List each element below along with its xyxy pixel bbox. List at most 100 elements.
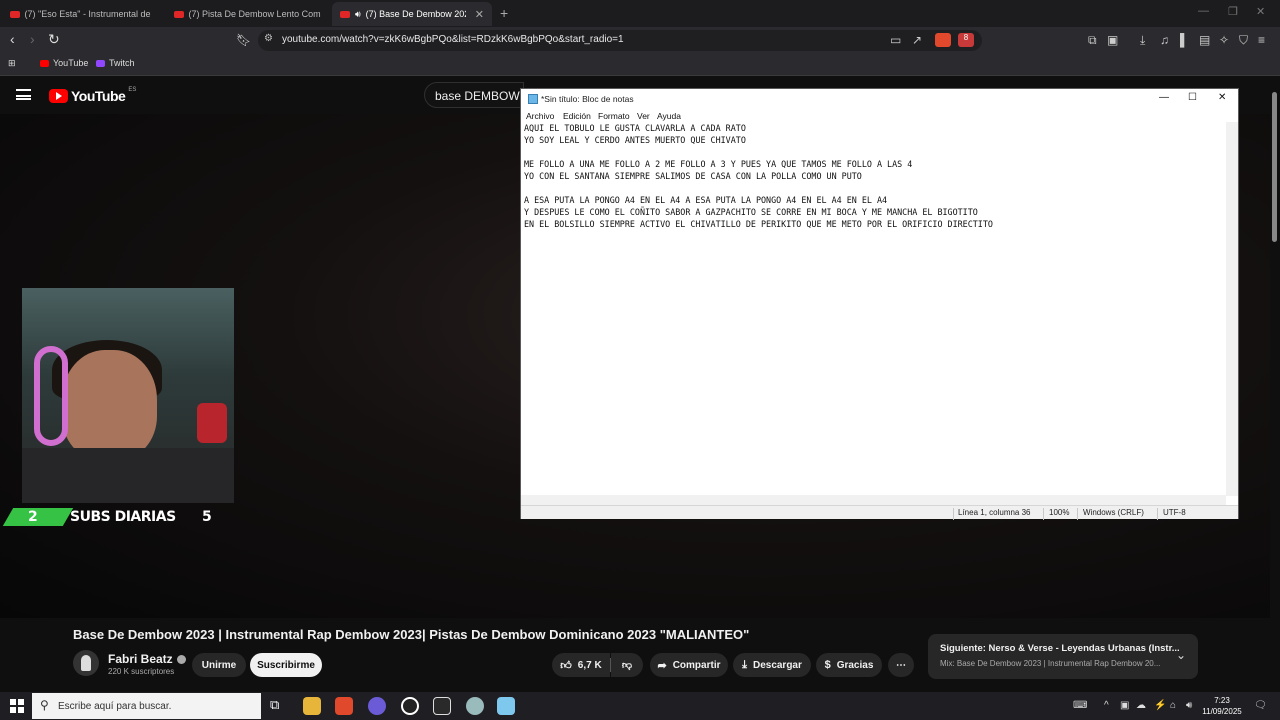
windows-start-icon[interactable] (10, 699, 24, 713)
task-view-icon[interactable]: ⧉ (270, 697, 288, 715)
menu-edicion[interactable]: Edición (563, 111, 591, 121)
menu-formato[interactable]: Formato (598, 111, 630, 121)
bookmark-twitch[interactable]: Twitch (96, 58, 135, 68)
bookmark-youtube[interactable]: YouTube (40, 58, 88, 68)
microphone (197, 403, 227, 443)
taskbar-clock[interactable]: 7:23 11/09/2025 (1200, 695, 1244, 717)
minimize-icon[interactable]: — (1159, 92, 1169, 103)
more-actions-button[interactable]: ⋯ (888, 653, 914, 677)
chevron-down-icon[interactable]: ⌄ (1176, 648, 1186, 662)
extensions-icon[interactable]: ⧉ (1088, 33, 1097, 48)
menu-ayuda[interactable]: Ayuda (657, 111, 681, 121)
taskbar-search-input[interactable]: ⚲ Escribe aquí para buscar. (32, 693, 261, 719)
notepad-titlebar[interactable]: *Sin título: Bloc de notas — ☐ ✕ (521, 89, 1238, 109)
share-button[interactable]: ➦ Compartir (650, 653, 728, 677)
speaker-icon: 🔊︎ (355, 8, 361, 19)
close-window-icon[interactable]: ✕ (1256, 5, 1265, 18)
address-bar[interactable]: ⚙︎ youtube.com/watch?v=zkK6wBgbPQo&list=… (258, 30, 982, 51)
bookmark-icon[interactable]: 🔖︎ (236, 33, 251, 47)
browser-tab[interactable]: (7) Pista De Dembow Lento Com (166, 2, 330, 26)
thanks-icon: $ (824, 659, 831, 671)
channel-avatar[interactable] (73, 650, 99, 676)
site-info-icon[interactable]: ⚙︎ (264, 33, 273, 44)
subscribe-button[interactable]: Suscribirme (250, 653, 322, 677)
brave-rewards-icon[interactable]: 8 (958, 33, 974, 47)
restore-icon[interactable]: ❐ (1228, 5, 1238, 18)
wallet-icon[interactable]: ▤ (1199, 33, 1210, 47)
tray-chevron-icon[interactable]: ^ (1104, 700, 1109, 711)
notifications-icon[interactable]: 🗨︎ (1254, 700, 1267, 711)
notepad-horizontal-scrollbar[interactable] (521, 495, 1226, 505)
youtube-logo[interactable]: YouTube ES (49, 87, 136, 104)
subs-overlay: 2 SUBS DIARIAS 5 (0, 508, 236, 526)
next-up-title: Siguiente: Nerso & Verse - Leyendas Urba… (940, 643, 1180, 654)
new-tab-button[interactable]: + (500, 5, 508, 21)
search-input[interactable]: base DEMBOW LE (424, 82, 531, 108)
status-position: Línea 1, columna 36 (958, 508, 1031, 517)
join-button[interactable]: Unirme (192, 653, 246, 677)
like-button[interactable]: 👍︎ 6,7 K (552, 653, 610, 677)
close-icon[interactable]: ✕ (1218, 92, 1226, 103)
download-button[interactable]: ⤓ Descargar (733, 653, 811, 677)
subscribe-label: Suscribirme (257, 659, 315, 671)
usb-icon[interactable]: ⚡ (1154, 700, 1166, 711)
obs-icon[interactable] (401, 697, 419, 715)
clock-date: 11/09/2025 (1202, 707, 1242, 716)
brave-browser-icon[interactable] (335, 697, 353, 715)
youtube-favicon-icon (10, 10, 20, 18)
network-icon[interactable]: ⌂ (1170, 700, 1176, 711)
forward-button[interactable]: › (30, 31, 35, 47)
status-encoding: UTF-8 (1163, 508, 1186, 517)
url-text: youtube.com/watch?v=zkK6wBgbPQo&list=RDz… (282, 34, 624, 45)
download-arrow-icon: ⤓ (742, 658, 747, 671)
vpn-icon[interactable]: ⛉ (1239, 33, 1248, 48)
logo-text: YouTube (71, 88, 126, 104)
media-icon[interactable]: ♫ (1160, 33, 1169, 47)
clock-time: 7:23 (1214, 696, 1230, 705)
share-icon[interactable]: ↗ (912, 33, 922, 47)
download-icon[interactable]: ⤓ (1140, 33, 1145, 48)
tab-search-icon[interactable]: ▣ (1107, 33, 1118, 47)
browser-tab[interactable]: (7) "Eso Esta" - Instrumental de (2, 2, 166, 26)
cast-icon[interactable]: ▭ (890, 33, 901, 47)
brave-shields-icon[interactable] (935, 33, 951, 47)
close-tab-icon[interactable]: ✕ (475, 8, 484, 21)
dislike-button[interactable]: 👎︎ (611, 653, 643, 677)
onedrive-icon[interactable]: ☁ (1136, 700, 1146, 711)
discord-icon[interactable] (368, 697, 386, 715)
notepad-taskbar-icon[interactable] (497, 697, 515, 715)
download-label: Descargar (752, 659, 802, 671)
bookmarks-bar: ⊞ YouTube Twitch (0, 54, 1280, 76)
hamburger-menu-icon[interactable] (16, 89, 31, 100)
minimize-icon[interactable]: — (1198, 5, 1209, 17)
channel-name[interactable]: Fabri Beatz (108, 652, 186, 666)
volume-icon[interactable]: 🔊︎ (1186, 700, 1192, 711)
menu-icon[interactable]: ≡ (1258, 33, 1265, 47)
sidebar-icon[interactable]: ▌ (1180, 33, 1189, 47)
maximize-icon[interactable]: ☐ (1188, 92, 1197, 103)
next-up-card[interactable]: Siguiente: Nerso & Verse - Leyendas Urba… (928, 634, 1198, 679)
back-button[interactable]: ‹ (10, 31, 15, 47)
tray-app-icon[interactable]: ▣ (1120, 700, 1129, 711)
file-explorer-icon[interactable] (303, 697, 321, 715)
notepad-title: *Sin título: Bloc de notas (541, 94, 634, 104)
app-icon[interactable] (466, 697, 484, 715)
scrollbar-thumb[interactable] (1272, 92, 1277, 242)
menu-archivo[interactable]: Archivo (526, 111, 554, 121)
tab-label: (7) Base De Dembow 2023 | In (365, 9, 466, 19)
notepad-text-area[interactable]: AQUI EL TOBULO LE GUSTA CLAVARLA A CADA … (524, 123, 1224, 495)
next-up-subtitle: Mix: Base De Dembow 2023 | Instrumental … (940, 659, 1161, 668)
more-icon: ⋯ (896, 659, 906, 671)
notepad-vertical-scrollbar[interactable] (1226, 122, 1238, 496)
text-line: EN EL BOLSILLO SIEMPRE ACTIVO EL CHIVATI… (524, 219, 993, 229)
apps-grid-icon[interactable]: ⊞ (8, 58, 16, 69)
reload-icon[interactable]: ↻ (48, 31, 60, 48)
menu-ver[interactable]: Ver (637, 111, 650, 121)
browser-tab-active[interactable]: 🔊︎ (7) Base De Dembow 2023 | In ✕ (332, 2, 492, 26)
thanks-button[interactable]: $ Gracias (816, 653, 882, 677)
page-scrollbar[interactable] (1270, 88, 1280, 692)
keyboard-icon[interactable]: ⌨ (1073, 700, 1087, 711)
bookmark-label: YouTube (53, 58, 89, 68)
epic-games-icon[interactable] (433, 697, 451, 715)
leo-ai-icon[interactable]: ✧ (1219, 33, 1229, 47)
